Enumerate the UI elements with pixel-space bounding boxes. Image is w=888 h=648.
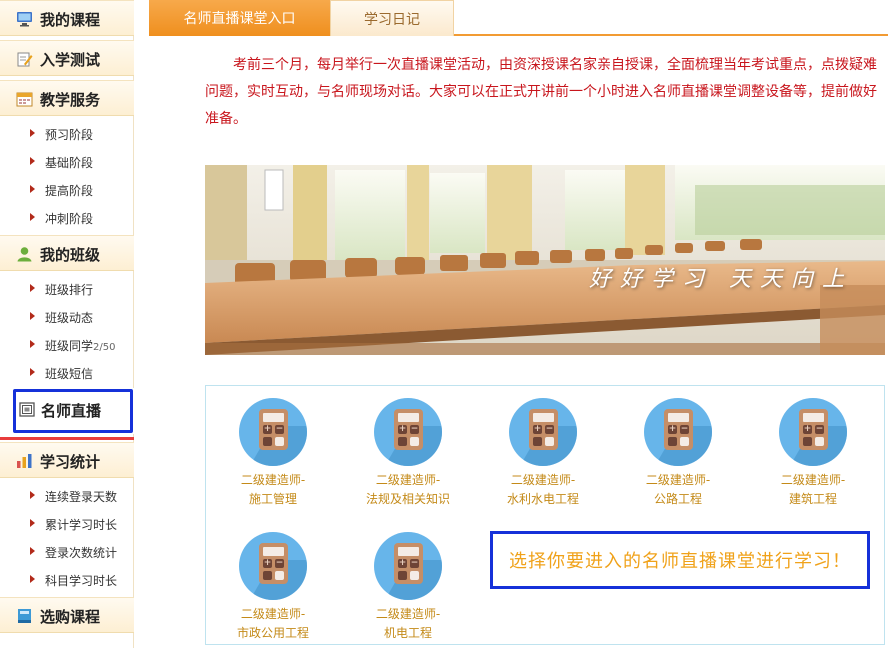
course-title-line1: 二级建造师- — [375, 473, 441, 487]
calculator-icon: + − — [374, 532, 442, 600]
arrow-right-icon — [30, 491, 35, 499]
course-title-line1: 二级建造师- — [510, 473, 576, 487]
arrow-right-icon — [30, 368, 35, 376]
monitor-icon — [17, 12, 32, 27]
sidebar-item-subject-study-time[interactable]: 科目学习时长 — [0, 566, 134, 594]
sidebar-section-my-class[interactable]: 我的班级 — [0, 235, 134, 271]
course-title-line2: 水利水电工程 — [506, 492, 579, 506]
sidebar-item-label: 科目学习时长 — [45, 574, 118, 588]
calculator-icon: + − — [374, 398, 442, 466]
sidebar-section-label: 入学测试 — [40, 51, 101, 69]
arrow-right-icon — [30, 340, 35, 348]
sidebar-item-label: 班级短信 — [45, 367, 94, 381]
arrow-right-icon — [30, 519, 35, 527]
sidebar-item-label: 基础阶段 — [45, 156, 94, 170]
sidebar-section-label: 我的班级 — [40, 246, 101, 264]
course-title-line2: 公路工程 — [653, 492, 702, 506]
calculator-icon: + − — [239, 398, 307, 466]
sidebar-section-entrance-test[interactable]: 入学测试 — [0, 40, 134, 76]
sidebar-item-classmates[interactable]: 班级同学2/50 — [0, 331, 134, 359]
course-title-line2: 市政公用工程 — [236, 626, 309, 640]
tab-live-entrance[interactable]: 名师直播课堂入口 — [149, 0, 330, 36]
sidebar-section-teaching-service[interactable]: 教学服务 — [0, 80, 134, 116]
sidebar-section-my-courses[interactable]: 我的课程 — [0, 0, 134, 36]
sidebar-item-label: 冲刺阶段 — [45, 212, 94, 226]
course-title-line2: 建筑工程 — [788, 492, 837, 506]
sidebar-item-label: 班级排行 — [45, 283, 94, 297]
classroom-banner: 好好学习 天天向上 — [205, 165, 885, 355]
bar-chart-icon — [17, 454, 32, 468]
course-grid: + − 二级建造师- 施工管理 + − 二级建造师- 法规及相关知识 + − 二级建造… — [205, 385, 885, 645]
course-title-line1: 二级建造师- — [375, 607, 441, 621]
sidebar-item-login-streak[interactable]: 连续登录天数 — [0, 482, 134, 510]
sidebar-section-study-stats[interactable]: 学习统计 — [0, 442, 134, 478]
course-mechanical-electrical[interactable]: + − 二级建造师- 机电工程 — [341, 520, 461, 640]
sidebar-item-class-ranking[interactable]: 班级排行 — [0, 275, 134, 303]
arrow-right-icon — [30, 213, 35, 221]
arrow-right-icon — [30, 547, 35, 555]
sidebar-section-label: 教学服务 — [40, 91, 101, 109]
arrow-right-icon — [30, 129, 35, 137]
course-municipal-engineering[interactable]: + − 二级建造师- 市政公用工程 — [206, 520, 326, 640]
sidebar-item-label: 累计学习时长 — [45, 518, 118, 532]
intro-text: 考前三个月，每月举行一次直播课堂活动，由资深授课名家亲自授课，全面梳理当年考试重… — [205, 57, 877, 127]
calculator-icon: + − — [239, 532, 307, 600]
sidebar-item-label: 预习阶段 — [45, 128, 94, 142]
course-highway-engineering[interactable]: + − 二级建造师- 公路工程 — [611, 386, 731, 506]
tab-study-diary[interactable]: 学习日记 — [330, 0, 454, 36]
sidebar-item-sprint-stage[interactable]: 冲刺阶段 — [0, 204, 134, 232]
arrow-right-icon — [30, 312, 35, 320]
sidebar-item-text: 班级同学 — [45, 339, 94, 353]
hint-box: 选择你要进入的名师直播课堂进行学习！ — [490, 531, 870, 589]
arrow-right-icon — [30, 157, 35, 165]
calculator-icon: + − — [644, 398, 712, 466]
sidebar-section-label: 选购课程 — [40, 608, 101, 626]
user-icon — [17, 247, 32, 262]
arrow-right-icon — [30, 284, 35, 292]
course-title-line2: 法规及相关知识 — [365, 492, 450, 506]
sidebar-section-buy-courses[interactable]: 选购课程 — [0, 597, 134, 633]
sidebar-item-label: 班级动态 — [45, 311, 94, 325]
sidebar-item-class-news[interactable]: 班级动态 — [0, 303, 134, 331]
arrow-right-icon — [30, 575, 35, 583]
sidebar-item-label: 连续登录天数 — [45, 490, 118, 504]
sidebar-item-live-teacher[interactable]: 名师直播 — [0, 388, 134, 434]
sidebar-item-label: 班级同学2/50 — [45, 337, 115, 354]
course-building-engineering[interactable]: + − 二级建造师- 建筑工程 — [746, 386, 866, 506]
sidebar-item-class-sms[interactable]: 班级短信 — [0, 359, 134, 387]
classmates-count: 2/50 — [93, 342, 116, 353]
calendar-icon — [16, 92, 33, 107]
course-regulations[interactable]: + − 二级建造师- 法规及相关知识 — [341, 386, 461, 506]
course-title-line1: 二级建造师- — [780, 473, 846, 487]
sidebar-item-basic-stage[interactable]: 基础阶段 — [0, 148, 134, 176]
sidebar-item-advanced-stage[interactable]: 提高阶段 — [0, 176, 134, 204]
sidebar-item-total-study-time[interactable]: 累计学习时长 — [0, 510, 134, 538]
sidebar-item-preview-stage[interactable]: 预习阶段 — [0, 120, 134, 148]
book-icon — [18, 609, 31, 623]
sidebar: 我的课程 入学测试 教学服务 预习阶段 基础阶段 提高阶段 冲刺阶段 我的班级 … — [0, 0, 134, 648]
banner-slogan: 好好学习 天天向上 — [589, 267, 853, 292]
course-water-conservancy[interactable]: + − 二级建造师- 水利水电工程 — [476, 386, 596, 506]
tab-bar: 名师直播课堂入口 学习日记 — [149, 0, 888, 36]
calculator-icon: + − — [509, 398, 577, 466]
sidebar-section-label: 学习统计 — [40, 453, 101, 471]
divider — [0, 437, 134, 440]
course-title-line1: 二级建造师- — [645, 473, 711, 487]
hint-text: 选择你要进入的名师直播课堂进行学习！ — [509, 551, 851, 572]
calculator-icon: + − — [779, 398, 847, 466]
course-title-line2: 机电工程 — [383, 626, 432, 640]
sidebar-item-label: 提高阶段 — [45, 184, 94, 198]
live-icon — [19, 402, 35, 417]
course-construction-management[interactable]: + − 二级建造师- 施工管理 — [206, 386, 326, 506]
course-title-line1: 二级建造师- — [240, 607, 306, 621]
course-title-line1: 二级建造师- — [240, 473, 306, 487]
sidebar-section-label: 我的课程 — [40, 11, 101, 29]
pencil-paper-icon — [17, 52, 33, 67]
arrow-right-icon — [30, 185, 35, 193]
course-title-line2: 施工管理 — [248, 492, 297, 506]
sidebar-item-label: 登录次数统计 — [45, 546, 118, 560]
sidebar-item-label: 名师直播 — [41, 402, 102, 420]
classroom-image — [205, 165, 885, 355]
sidebar-item-login-count[interactable]: 登录次数统计 — [0, 538, 134, 566]
